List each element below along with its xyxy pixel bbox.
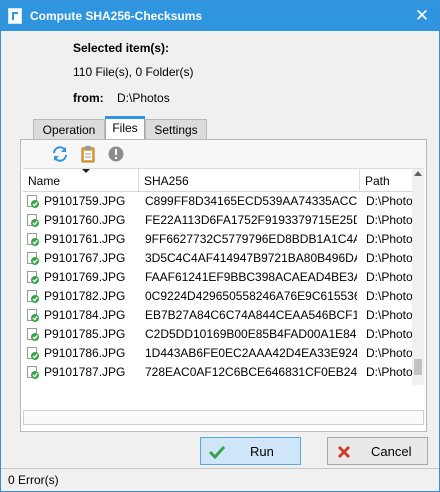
- cell-path: D:\Photo: [366, 382, 414, 385]
- table-row[interactable]: P9101786.JPG 1D443AB6FE0EC2AAA42D4EA33E92…: [23, 344, 416, 363]
- cell-sha256: FE22A113D6FA1752F9193379715E25D...: [145, 213, 357, 227]
- table-row[interactable]: P9101788.JPG C80F44D3B1314A77DAF09F932F40…: [23, 382, 416, 385]
- table-row[interactable]: P9101787.JPG 728EAC0AF12C6BCE646831CF0EB2…: [23, 363, 416, 382]
- tab-active-indicator: [105, 116, 145, 119]
- files-toolbar: [21, 140, 426, 168]
- table-row[interactable]: P9101769.JPG FAAF61241EF9BBC398ACAEAD4BE3…: [23, 268, 416, 287]
- cell-path: D:\Photo: [366, 213, 413, 227]
- cell-path: D:\Photo: [366, 289, 413, 303]
- from-path-value: D:\Photos: [117, 91, 170, 105]
- vertical-scroll-thumb[interactable]: [414, 359, 422, 375]
- run-button-label: Run: [250, 444, 274, 459]
- file-checked-icon: [27, 214, 39, 227]
- tab-settings[interactable]: Settings: [145, 119, 207, 139]
- table-row[interactable]: P9101785.JPG C2D5DD10169B00E85B4FAD00A1E8…: [23, 325, 416, 344]
- file-checked-icon: [27, 271, 39, 284]
- cancel-button-label: Cancel: [371, 444, 412, 459]
- title-bar: Compute SHA256-Checksums ✕: [1, 1, 439, 31]
- file-checked-icon: [27, 233, 39, 246]
- cell-sha256: 9FF6627732C5779796ED8BDB1A1C4A...: [145, 232, 357, 246]
- column-header-name[interactable]: Name: [23, 169, 139, 191]
- column-header-path[interactable]: Path: [360, 169, 416, 191]
- table-row[interactable]: P9101760.JPG FE22A113D6FA1752F9193379715E…: [23, 211, 416, 230]
- table-row[interactable]: P9101759.JPG C899FF8D34165ECD539AA74335AC…: [23, 192, 416, 211]
- table-row[interactable]: P9101767.JPG 3D5C4C4AF414947B9721BA80B496…: [23, 249, 416, 268]
- files-panel: Name SHA256 Path P9101759.JPG C899FF8D341…: [20, 139, 427, 432]
- info-icon[interactable]: [107, 145, 125, 163]
- column-header-sha256-label: SHA256: [144, 174, 189, 188]
- cell-sha256: C2D5DD10169B00E85B4FAD00A1E846...: [145, 327, 357, 341]
- cell-path: D:\Photo: [366, 308, 413, 322]
- checkmark-icon: [209, 445, 225, 459]
- cell-path: D:\Photo: [366, 194, 413, 208]
- close-icon[interactable]: ✕: [411, 5, 433, 27]
- cell-sha256: 1D443AB6FE0EC2AAA42D4EA33E9241...: [145, 346, 357, 360]
- column-header-path-label: Path: [365, 174, 390, 188]
- table-row[interactable]: P9101784.JPG EB7B27A84C6C74A844CEAA546BCF…: [23, 306, 416, 325]
- app-icon: [8, 8, 22, 24]
- from-label: from:: [73, 91, 104, 105]
- table-row[interactable]: P9101761.JPG 9FF6627732C5779796ED8BDB1A1C…: [23, 230, 416, 249]
- cell-sha256: 3D5C4C4AF414947B9721BA80B496DA...: [145, 251, 357, 265]
- cell-file-name: P9101786.JPG: [44, 346, 126, 360]
- selected-items-label: Selected item(s):: [73, 41, 170, 55]
- cell-path: D:\Photo: [366, 251, 413, 265]
- file-checked-icon: [27, 347, 39, 360]
- cell-file-name: P9101782.JPG: [44, 289, 126, 303]
- file-checked-icon: [27, 195, 39, 208]
- cell-sha256: C899FF8D34165ECD539AA74335ACC...: [145, 194, 357, 208]
- cell-file-name: P9101787.JPG: [44, 365, 126, 379]
- cell-sha256: 0C9224D429650558246A76E9C615536...: [145, 289, 357, 303]
- cell-file-name: P9101769.JPG: [44, 270, 126, 284]
- cell-path: D:\Photo: [366, 346, 413, 360]
- table-row[interactable]: P9101782.JPG 0C9224D429650558246A76E9C615…: [23, 287, 416, 306]
- cell-file-name: P9101788.JPG: [44, 382, 136, 385]
- sort-descending-icon: [82, 169, 90, 173]
- cell-file-name: P9101760.JPG: [44, 213, 126, 227]
- cancel-button[interactable]: Cancel: [327, 437, 428, 465]
- cell-file-name: P9101784.JPG: [44, 308, 126, 322]
- error-count-status: 0 Error(s): [8, 473, 59, 487]
- selected-items-value: 110 File(s), 0 Folder(s): [73, 65, 194, 79]
- vertical-scrollbar[interactable]: [412, 169, 424, 385]
- refresh-icon[interactable]: [51, 145, 69, 163]
- column-header-name-label: Name: [28, 174, 61, 188]
- clipboard-icon[interactable]: [79, 145, 97, 163]
- cell-file-name: P9101767.JPG: [44, 251, 126, 265]
- file-checked-icon: [27, 309, 39, 322]
- compute-checksum-dialog: Compute SHA256-Checksums ✕ Selected item…: [0, 0, 440, 492]
- grid-header: Name SHA256 Path: [23, 169, 416, 192]
- file-checked-icon: [27, 366, 39, 379]
- cell-sha256: FAAF61241EF9BBC398ACAEAD4BE3A...: [145, 270, 357, 284]
- cross-icon: [337, 445, 351, 459]
- cell-path: D:\Photo: [366, 327, 413, 341]
- tab-settings-label: Settings: [154, 123, 198, 137]
- run-button[interactable]: Run: [200, 437, 301, 465]
- cell-path: D:\Photo: [366, 232, 413, 246]
- scroll-up-arrow-icon[interactable]: [414, 171, 422, 176]
- cell-path: D:\Photo: [366, 270, 413, 284]
- tab-operation[interactable]: Operation: [33, 119, 105, 139]
- cell-file-name: P9101785.JPG: [44, 327, 126, 341]
- status-bar: 0 Error(s): [1, 468, 439, 491]
- window-title: Compute SHA256-Checksums: [30, 9, 203, 23]
- tab-files-label: Files: [112, 121, 138, 135]
- cell-sha256: 728EAC0AF12C6BCE646831CF0EB247...: [145, 365, 357, 379]
- tab-files[interactable]: Files: [105, 116, 145, 139]
- cell-sha256: EB7B27A84C6C74A844CEAA546BCF1...: [145, 308, 357, 322]
- file-checked-icon: [27, 290, 39, 303]
- column-header-sha256[interactable]: SHA256: [139, 169, 360, 191]
- files-grid[interactable]: Name SHA256 Path P9101759.JPG C899FF8D341…: [23, 168, 424, 385]
- tab-operation-label: Operation: [42, 123, 96, 137]
- cell-sha256: C80F44D3B1314A77DAF09F932F403A...: [145, 382, 357, 385]
- file-checked-icon: [27, 252, 39, 265]
- cell-file-name: P9101761.JPG: [44, 232, 126, 246]
- cell-file-name: P9101759.JPG: [44, 194, 126, 208]
- cell-path: D:\Photo: [366, 365, 413, 379]
- panel-message-box: [23, 410, 424, 425]
- file-checked-icon: [27, 328, 39, 341]
